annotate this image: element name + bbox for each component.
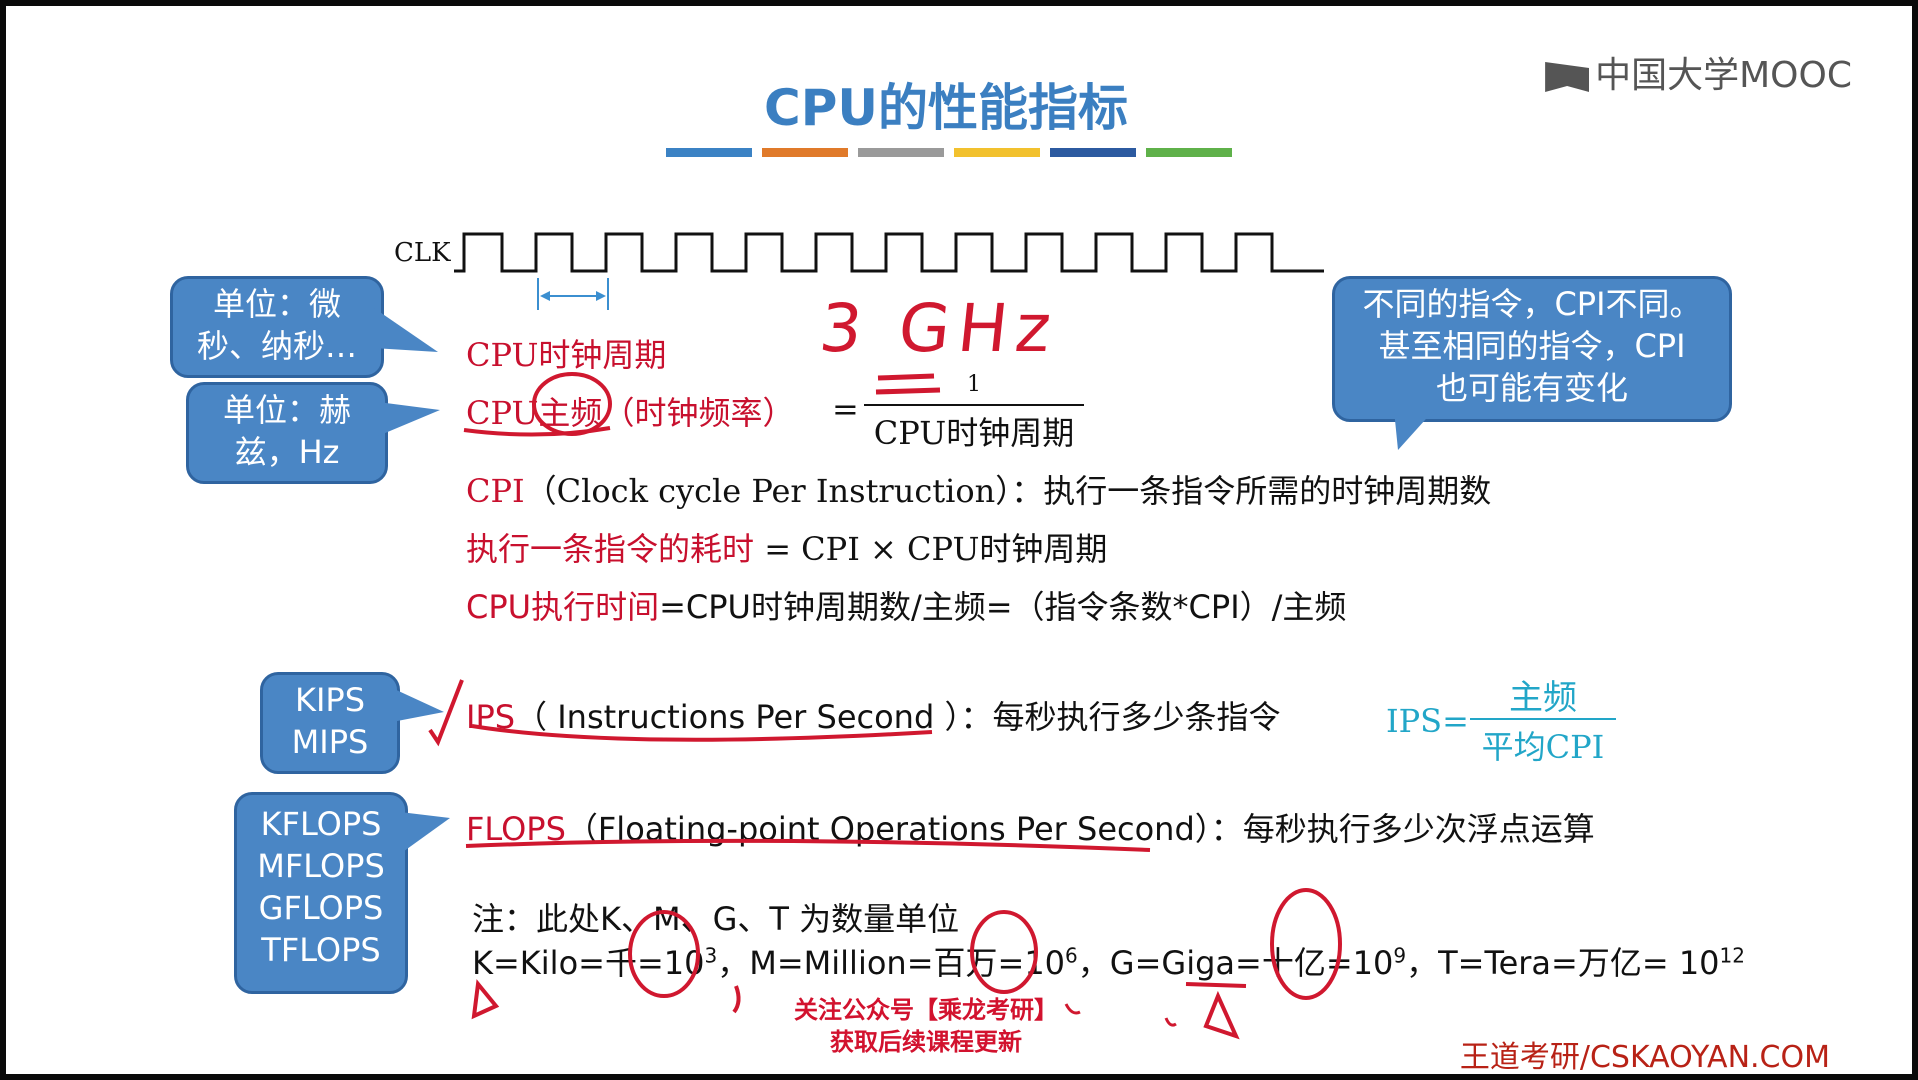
- title-color-bar: [1050, 148, 1136, 157]
- mooc-logo-icon: [1545, 62, 1590, 92]
- title-color-bar: [666, 148, 752, 157]
- clk-label: CLK: [394, 238, 451, 268]
- handwritten-flops-underline: [465, 838, 1151, 852]
- bubble-flops-units-line1: KFLOPS: [260, 805, 382, 843]
- ips-formula-numerator: 主频: [1509, 678, 1577, 718]
- bubble-flops-units-line4: TFLOPS: [261, 931, 381, 969]
- exec-time-label: CPU执行时间: [466, 588, 660, 626]
- slide: CPU的性能指标 中国大学MOOC CLK 3 GHz 单位：微 秒、纳秒… 单…: [6, 6, 1912, 1074]
- handwritten-circle-underline: [463, 372, 612, 437]
- promo-line2: 获取后续课程更新: [830, 1028, 1022, 1056]
- exec-time-line: CPU执行时间=CPU时钟周期数/主频=（指令条数*CPI）/主频: [466, 582, 1346, 628]
- note-giga-exp: 9: [1393, 943, 1407, 968]
- ips-formula-bar: [1470, 718, 1616, 720]
- bubble-flops-units: KFLOPS MFLOPS GFLOPS TFLOPS: [234, 792, 408, 994]
- main-freq-fraction-bar: [864, 404, 1084, 406]
- exec-one-formula: = CPI × CPU时钟周期: [754, 530, 1108, 568]
- bubble-freq-unit-pointer: [378, 402, 440, 436]
- title-color-bar: [858, 148, 944, 157]
- ips-formula-denominator: 平均CPI: [1481, 728, 1605, 766]
- title-color-bar: [762, 148, 848, 157]
- exec-one-line: 执行一条指令的耗时 = CPI × CPU时钟周期: [466, 524, 1107, 570]
- handwritten-ips-underline: [428, 679, 933, 747]
- note-tera-exp: 12: [1719, 943, 1745, 968]
- ips-formula-left: IPS=: [1386, 702, 1469, 740]
- bubble-flops-units-line2: MFLOPS: [257, 847, 385, 885]
- exec-one-label: 执行一条指令的耗时: [466, 530, 755, 568]
- bubble-flops-units-pointer: [400, 812, 450, 854]
- bubble-time-unit-pointer: [374, 308, 438, 352]
- promo-line1: 关注公众号【乘龙考研】: [794, 996, 1058, 1024]
- mooc-logo: 中国大学MOOC: [1545, 46, 1852, 98]
- bubble-cpi-note: 不同的指令，CPI不同。 甚至相同的指令，CPI 也可能有变化: [1332, 276, 1732, 422]
- bubble-time-unit-line2: 秒、纳秒…: [196, 327, 357, 365]
- cpi-line: CPI（Clock cycle Per Instruction）：执行一条指令所…: [466, 466, 1491, 512]
- bubble-time-unit-line1: 单位：微: [212, 285, 341, 323]
- bubble-ips-units-line2: MIPS: [291, 723, 369, 761]
- bubble-freq-unit-line1: 单位：赫: [222, 391, 351, 429]
- bubble-ips-units: KIPS MIPS: [260, 672, 400, 774]
- title-color-bar: [1146, 148, 1232, 157]
- bubble-ips-units-line1: KIPS: [294, 681, 366, 719]
- footer-brand: 王道考研/CSKAOYAN.COM: [1459, 1040, 1830, 1074]
- exec-time-formula: =CPU时钟周期数/主频=（指令条数*CPI）/主频: [659, 588, 1347, 626]
- main-freq-denominator: CPU时钟周期: [873, 414, 1075, 452]
- cpi-label: CPI: [466, 472, 525, 510]
- bubble-cpi-note-pointer: [1394, 410, 1434, 450]
- note-tera: ，T=Tera=万亿= 10: [1406, 944, 1720, 982]
- bubble-cpi-note-line3: 也可能有变化: [1435, 369, 1628, 407]
- handwritten-3ghz: 3 GHz: [815, 290, 1063, 367]
- title-color-bar: [954, 148, 1040, 157]
- bubble-cpi-note-line2: 甚至相同的指令，CPI: [1378, 327, 1686, 365]
- cpi-definition: （Clock cycle Per Instruction）：执行一条指令所需的时…: [524, 472, 1492, 510]
- bubble-cpi-note-line1: 不同的指令，CPI不同。: [1362, 285, 1702, 323]
- bubble-flops-units-line3: GFLOPS: [258, 889, 384, 927]
- main-freq-numerator: 1: [967, 372, 981, 397]
- promo-text: 关注公众号【乘龙考研】 获取后续课程更新: [776, 994, 1076, 1058]
- main-freq-equals: =: [832, 390, 859, 428]
- bubble-time-unit: 单位：微 秒、纳秒…: [170, 276, 384, 378]
- mooc-logo-text: 中国大学MOOC: [1595, 55, 1852, 96]
- bubble-freq-unit-line2: 兹，Hz: [234, 433, 340, 471]
- bubble-freq-unit: 单位：赫 兹，Hz: [186, 382, 388, 484]
